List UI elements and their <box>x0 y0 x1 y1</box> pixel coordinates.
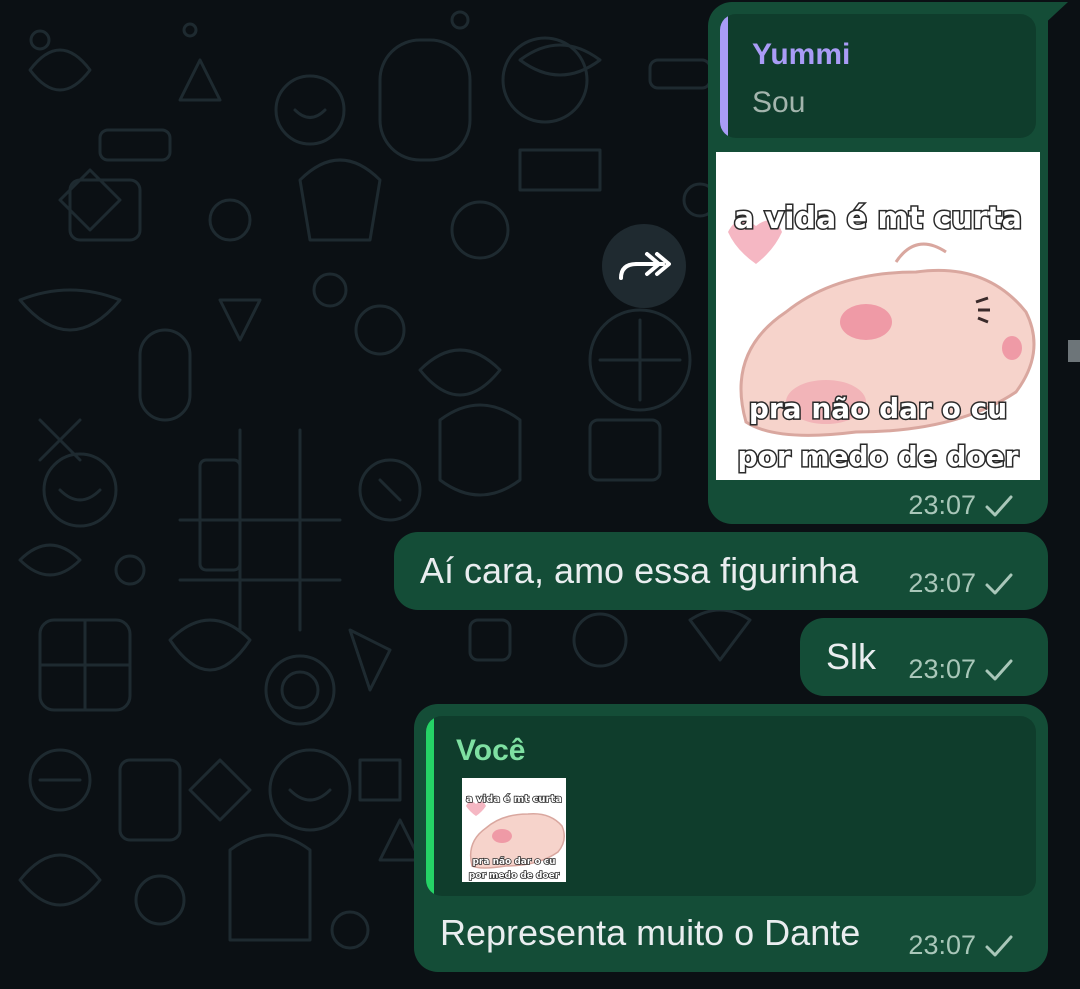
message-text: Aí cara, amo essa figurinha <box>420 550 859 591</box>
sticker-drawing: a vida é mt curta pra não dar o cu por m… <box>728 200 1036 475</box>
thumbnail-caption-bottom: por medo de doer <box>469 871 560 881</box>
sticker-image[interactable]: a vida é mt curta pra não dar o cu por m… <box>716 152 1040 480</box>
thumbnail-caption-middle: pra não dar o cu <box>472 857 555 867</box>
message-bubble[interactable]: Slk 23:07 <box>800 618 1048 696</box>
message-meta: 23:07 <box>908 654 1014 685</box>
reply-author: Você <box>456 734 526 767</box>
message-meta: 23:07 <box>908 568 1014 599</box>
sticker-caption-bottom: por medo de doer <box>738 440 1019 473</box>
sticker-caption-top: a vida é mt curta <box>734 201 1022 236</box>
message-time: 23:07 <box>908 568 976 598</box>
message-time: 23:07 <box>908 654 976 684</box>
message-bubble[interactable]: Você a vida é mt curta pra não dar o cu … <box>414 704 1048 972</box>
message-bubble[interactable]: Aí cara, amo essa figurinha 23:07 <box>394 532 1048 610</box>
reply-author: Yummi <box>752 38 851 71</box>
message-bubble[interactable]: Yummi Sou a vida é mt curta pra não dar … <box>708 2 1048 524</box>
single-check-icon <box>985 573 1013 594</box>
message-text: Representa muito o Dante <box>440 912 861 953</box>
reply-sticker-thumbnail: a vida é mt curta pra não dar o cu por m… <box>462 778 566 882</box>
single-check-icon <box>985 659 1013 680</box>
thumbnail-drawing: a vida é mt curta pra não dar o cu por m… <box>465 792 565 882</box>
reply-quote[interactable]: Você a vida é mt curta pra não dar o cu … <box>426 716 1036 896</box>
forward-arrows-icon <box>619 252 671 280</box>
single-check-icon <box>985 495 1013 516</box>
reply-accent-bar <box>720 14 728 138</box>
scrollbar-thumb[interactable] <box>1068 340 1080 362</box>
single-check-icon <box>985 935 1013 956</box>
reply-quote[interactable]: Yummi Sou <box>720 14 1036 138</box>
thumbnail-caption-top: a vida é mt curta <box>466 793 562 805</box>
bubble-tail <box>1040 2 1068 28</box>
reply-text: Sou <box>752 86 806 119</box>
message-time: 23:07 <box>908 930 976 960</box>
forward-button[interactable] <box>602 224 686 308</box>
message-time: 23:07 <box>908 490 976 520</box>
message-meta: 23:07 <box>908 490 1014 521</box>
message-text: Slk <box>826 636 877 677</box>
message-meta: 23:07 <box>908 930 1014 961</box>
sticker-caption-middle: pra não dar o cu <box>749 392 1007 425</box>
reply-accent-bar <box>426 716 434 896</box>
